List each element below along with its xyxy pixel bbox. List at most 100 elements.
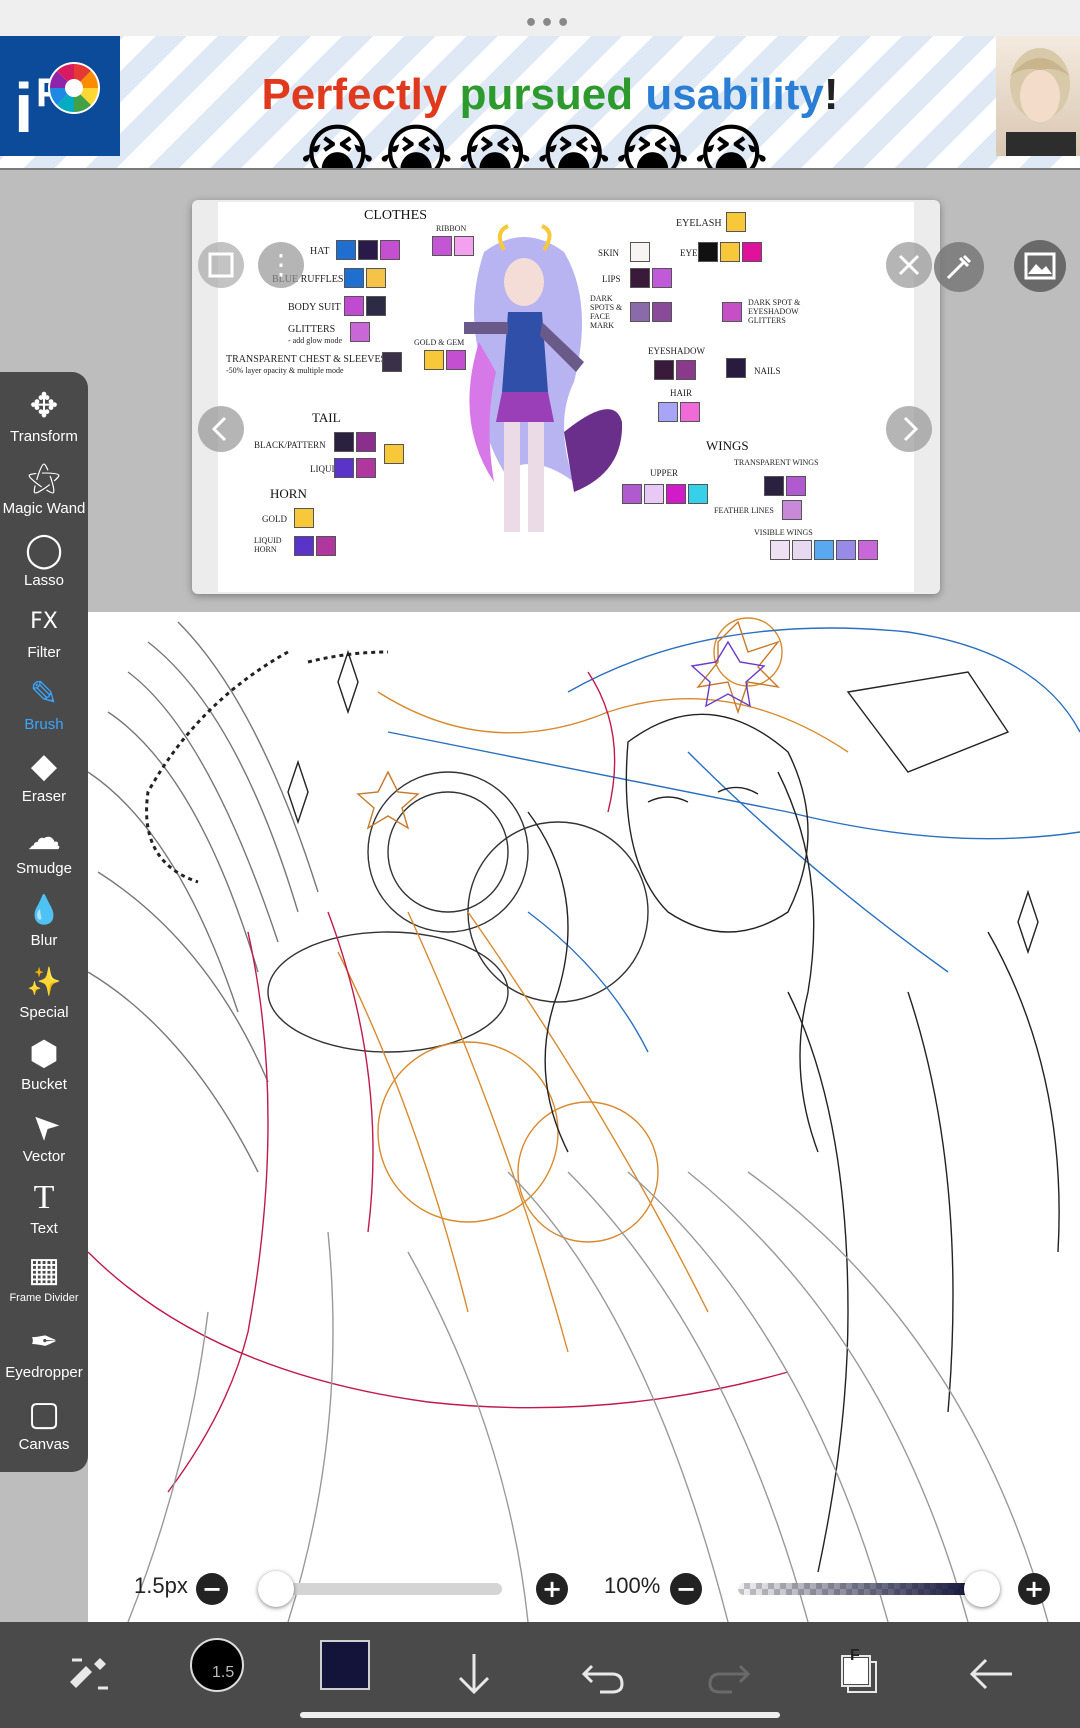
swatch <box>334 458 354 478</box>
swatch <box>688 484 708 504</box>
opacity-minus-button[interactable]: − <box>670 1573 702 1605</box>
swatch <box>652 302 672 322</box>
reference-next-button[interactable] <box>886 406 932 452</box>
chevron-right-icon <box>903 416 919 442</box>
swatch <box>358 240 378 260</box>
tool-smudge[interactable]: ☁ Smudge <box>0 816 88 888</box>
home-indicator[interactable] <box>300 1712 780 1718</box>
reference-eyedropper-button[interactable] <box>934 242 984 292</box>
swatch <box>630 268 650 288</box>
swatch <box>344 296 364 316</box>
tool-eraser[interactable]: ◆ Eraser <box>0 744 88 816</box>
save-download-button[interactable] <box>442 1642 506 1706</box>
swatch <box>698 242 718 262</box>
undo-icon <box>581 1664 624 1694</box>
lineart-drawing <box>88 617 1080 1622</box>
ref-label-nails: NAILS <box>754 366 781 376</box>
brush-eraser-swap-icon <box>70 1658 108 1690</box>
color-picker-button[interactable] <box>320 1640 370 1690</box>
ref-label-dark-spots: DARK SPOTS & FACE MARK <box>590 294 623 330</box>
reference-menu-button[interactable]: ⋮ <box>258 242 304 288</box>
tool-label: Canvas <box>18 1436 70 1453</box>
text-icon: T <box>33 1179 55 1216</box>
brush-size-value: 1.5px <box>134 1573 188 1598</box>
opacity-plus-button[interactable]: + <box>1018 1573 1050 1605</box>
back-button[interactable] <box>960 1642 1024 1706</box>
ref-label-visible-wings: VISIBLE WINGS <box>754 528 813 537</box>
swatch <box>336 240 356 260</box>
swatch <box>726 212 746 232</box>
reference-close-button[interactable] <box>886 242 932 288</box>
tool-vector[interactable]: ➤ Vector <box>0 1102 88 1176</box>
undo-button[interactable] <box>570 1642 634 1706</box>
ad-crying-emojis: 😭😭😭😭😭😭 <box>300 118 773 170</box>
opacity-knob[interactable] <box>964 1571 1000 1607</box>
quick-tool-switch-button[interactable] <box>56 1642 120 1706</box>
ad-banner[interactable]: i P Perfectly pursued usability! 😭😭😭😭😭😭 <box>0 36 1080 170</box>
swatch <box>644 484 664 504</box>
tool-frame-divider[interactable]: ▦ Frame Divider <box>0 1248 88 1320</box>
tool-label: Special <box>19 1004 69 1021</box>
ad-word-3: usability <box>645 70 824 119</box>
reference-image-button[interactable] <box>1014 240 1066 292</box>
brush-size-badge: 1.5 <box>212 1664 235 1681</box>
swatch <box>356 458 376 478</box>
swatch <box>382 352 402 372</box>
tool-label: Filter <box>27 644 61 661</box>
tool-text[interactable]: T Text <box>0 1176 88 1248</box>
chevron-left-icon <box>211 416 227 442</box>
lasso-icon: ◯ <box>24 530 64 570</box>
ref-label-tail: TAIL <box>312 410 341 425</box>
swatch <box>792 540 812 560</box>
tool-lasso[interactable]: ◯ Lasso <box>0 528 88 600</box>
tool-filter[interactable]: FX Filter <box>0 600 88 672</box>
tool-brush[interactable]: ✎ Brush <box>0 672 88 744</box>
swatch <box>654 360 674 380</box>
eraser-icon: ◆ <box>30 746 58 786</box>
svg-text:i: i <box>14 69 33 147</box>
ref-label-hair: HAIR <box>670 388 692 398</box>
swatch <box>722 302 742 322</box>
reference-fit-button[interactable] <box>198 242 244 288</box>
swatch <box>344 268 364 288</box>
swatch <box>720 242 740 262</box>
swatch <box>680 402 700 422</box>
tool-canvas[interactable]: ▢ Canvas <box>0 1392 88 1464</box>
image-icon <box>1024 252 1056 280</box>
ref-label-glitters: GLITTERS <box>288 324 336 335</box>
swatch <box>858 540 878 560</box>
tool-transform[interactable]: ✥ Transform <box>0 384 88 456</box>
swatch <box>676 360 696 380</box>
swatch <box>366 268 386 288</box>
tool-magic-wand[interactable]: ⚝ Magic Wand <box>0 456 88 528</box>
swatch <box>658 402 678 422</box>
tool-label: Eraser <box>21 788 67 805</box>
arrow-left-icon <box>969 1658 1012 1690</box>
reference-prev-button[interactable] <box>198 406 244 452</box>
brush-size-slider[interactable] <box>262 1583 502 1595</box>
layers-button[interactable]: F <box>826 1642 890 1706</box>
redo-button[interactable] <box>698 1642 762 1706</box>
ref-label-black-pattern: BLACK/PATTERN <box>254 440 326 450</box>
tool-eyedropper[interactable]: ✒ Eyedropper <box>0 1320 88 1392</box>
swatch <box>836 540 856 560</box>
ref-label-upper: UPPER <box>650 468 679 478</box>
swatch <box>666 484 686 504</box>
more-dots-icon[interactable]: ••• <box>524 11 572 36</box>
frame-divider-icon: ▦ <box>27 1250 61 1290</box>
ref-label-gold: GOLD <box>262 514 287 524</box>
swatch <box>652 268 672 288</box>
drawing-canvas[interactable] <box>88 612 1080 1622</box>
eyedropper-icon <box>946 254 972 280</box>
brush-size-knob[interactable] <box>258 1571 294 1607</box>
swatch <box>294 508 314 528</box>
swatch <box>726 358 746 378</box>
swatch <box>366 296 386 316</box>
brush-size-minus-button[interactable]: − <box>196 1573 228 1605</box>
opacity-slider[interactable] <box>738 1583 974 1595</box>
tool-blur[interactable]: 💧 Blur <box>0 888 88 960</box>
canvas-icon: ▢ <box>27 1394 61 1434</box>
droplet-icon: 💧 <box>26 893 62 926</box>
brush-size-plus-button[interactable]: + <box>536 1573 568 1605</box>
tool-special[interactable]: ✨ Special <box>0 960 88 1032</box>
